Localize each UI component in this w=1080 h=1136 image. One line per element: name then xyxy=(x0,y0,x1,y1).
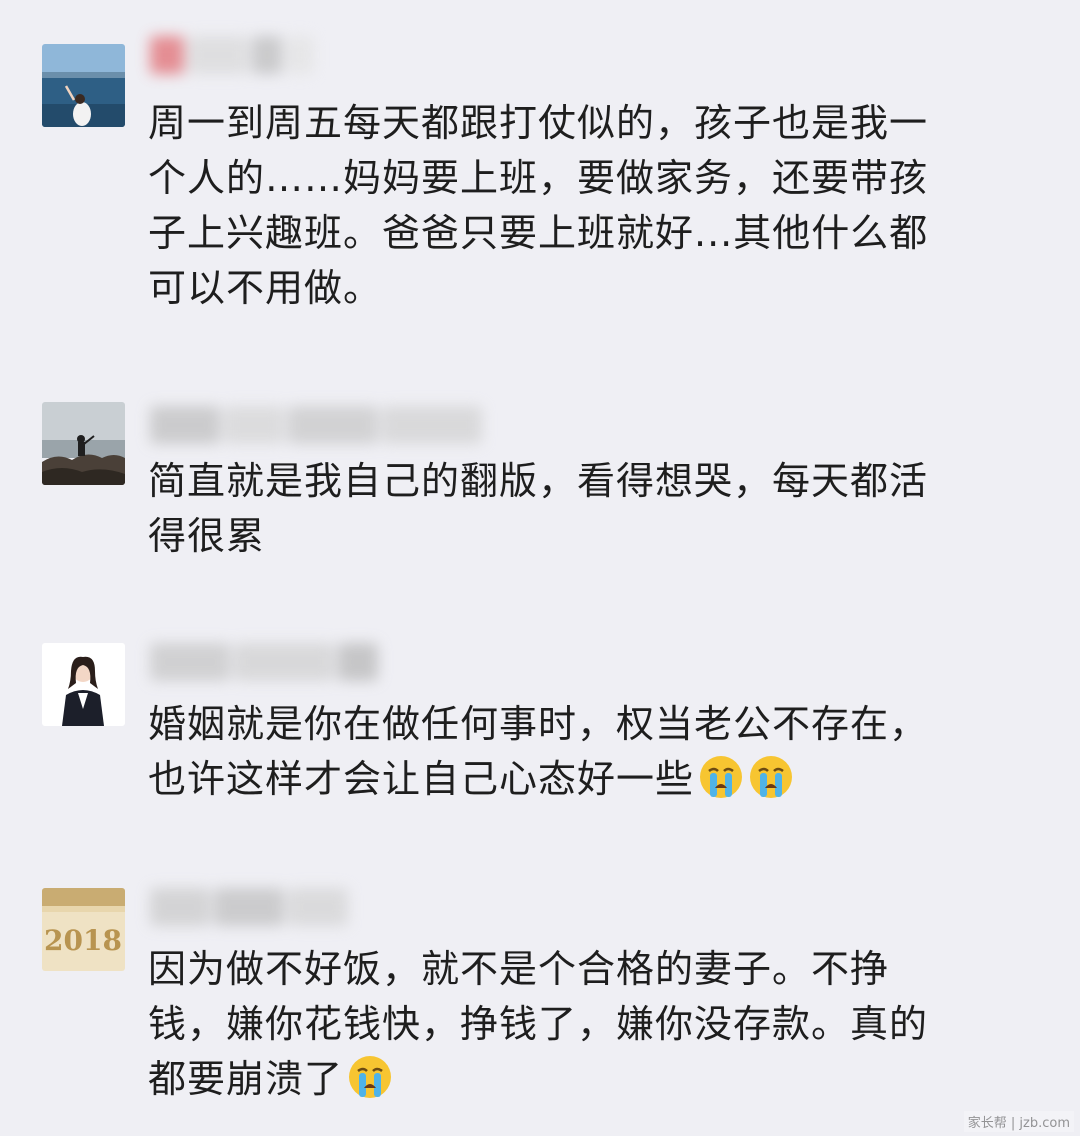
avatar[interactable] xyxy=(42,402,125,485)
comment-line: 得很累 xyxy=(148,514,266,558)
avatar[interactable] xyxy=(42,643,125,726)
comment-line: 个人的……妈妈要上班，要做家务，还要带孩 xyxy=(148,156,929,200)
blurred-username[interactable] xyxy=(150,406,486,446)
avatar[interactable]: 2018 xyxy=(42,888,125,971)
comment-line-text: 都要崩溃了 xyxy=(148,1057,344,1101)
watermark: 家长帮 | jzb.com xyxy=(963,1111,1074,1132)
seaside-photo-avatar xyxy=(42,44,125,127)
comment-text: 因为做不好饭，就不是个合格的妻子。不挣 钱，嫌你花钱快，挣钱了，嫌你没存款。真的… xyxy=(148,942,1038,1107)
blurred-username[interactable] xyxy=(150,36,318,76)
comment-line: 子上兴趣班。爸爸只要上班就好...其他什么都 xyxy=(148,211,929,255)
avatar-year-text: 2018 xyxy=(44,924,122,957)
2018-gold-avatar: 2018 xyxy=(42,888,125,971)
comment-line: 周一到周五每天都跟打仗似的，孩子也是我一 xyxy=(148,101,929,145)
comment-text: 周一到周五每天都跟打仗似的，孩子也是我一 个人的……妈妈要上班，要做家务，还要带… xyxy=(148,96,1038,316)
comment-line: 因为做不好饭，就不是个合格的妻子。不挣 xyxy=(148,947,890,991)
comment-line: 可以不用做。 xyxy=(148,266,383,310)
comment-line-text: 也许这样才会让自己心态好一些 xyxy=(148,757,695,801)
blurred-username[interactable] xyxy=(150,643,382,683)
comment-line: 简直就是我自己的翻版，看得想哭，每天都活 xyxy=(148,459,929,503)
business-woman-avatar xyxy=(42,643,125,726)
comment-text: 婚姻就是你在做任何事时，权当老公不存在， 也许这样才会让自己心态好一些 xyxy=(148,697,1038,807)
comment-line: 钱，嫌你花钱快，挣钱了，嫌你没存款。真的 xyxy=(148,1002,929,1046)
comment-line: 也许这样才会让自己心态好一些 xyxy=(148,752,1038,807)
crying-face-emoji-icon xyxy=(349,1056,392,1098)
avatar[interactable] xyxy=(42,44,125,127)
comment-line: 婚姻就是你在做任何事时，权当老公不存在， xyxy=(148,702,929,746)
crying-face-emoji-icon xyxy=(750,756,793,798)
crying-face-emoji-icon xyxy=(700,756,743,798)
rock-shore-photo-avatar xyxy=(42,402,125,485)
comment-line: 都要崩溃了 xyxy=(148,1052,1038,1107)
comment-text: 简直就是我自己的翻版，看得想哭，每天都活 得很累 xyxy=(148,454,1038,564)
blurred-username[interactable] xyxy=(150,888,352,928)
